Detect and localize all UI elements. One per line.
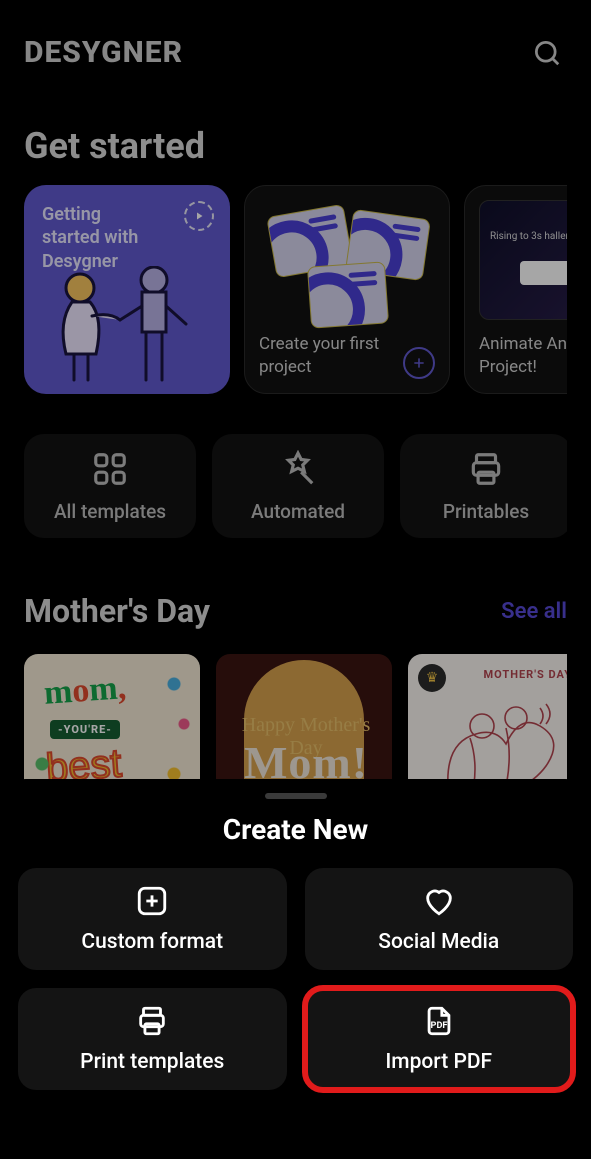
template-text: mom,: [43, 669, 128, 713]
cat-label: All templates: [54, 500, 166, 523]
top-bar: DESYGNER: [24, 0, 567, 105]
opt-label: Print templates: [80, 1050, 224, 1074]
cat-label: Printables: [443, 500, 529, 523]
template-text: -YOU'RE-: [50, 720, 120, 739]
brand-logo: DESYGNER: [24, 35, 183, 70]
plus-square-icon: [135, 884, 169, 918]
get-started-row[interactable]: Getting started with Desygner: [24, 185, 567, 394]
opt-print-templates[interactable]: Print templates: [18, 988, 287, 1090]
template-text: MOTHER'S DAY: [484, 668, 567, 681]
card-title: Getting started with Desygner: [42, 203, 162, 273]
pdf-file-icon: PDF: [422, 1004, 456, 1038]
mothers-day-header: Mother's Day See all: [24, 592, 567, 630]
cat-all-templates[interactable]: All templates: [24, 434, 196, 538]
see-all-link[interactable]: See all: [501, 599, 567, 624]
card-animate[interactable]: Rising to 3s hallenge Animate Any Projec…: [464, 185, 567, 394]
cat-label: Automated: [251, 500, 345, 523]
section-title: Mother's Day: [24, 592, 210, 630]
opt-social-media[interactable]: Social Media: [305, 868, 574, 970]
heart-icon: [422, 884, 456, 918]
printer-icon: [467, 450, 505, 488]
printer-icon: [135, 1004, 169, 1038]
opt-label: Import PDF: [385, 1050, 492, 1074]
sheet-grabber[interactable]: [265, 793, 327, 799]
card-getting-started[interactable]: Getting started with Desygner: [24, 185, 230, 394]
svg-text:PDF: PDF: [430, 1020, 447, 1031]
category-row[interactable]: All templates Automated Printables: [24, 434, 567, 538]
opt-label: Social Media: [378, 930, 499, 954]
wand-icon: [279, 450, 317, 488]
cat-automated[interactable]: Automated: [212, 434, 384, 538]
create-new-sheet: Create New Custom format Social Media Pr…: [0, 779, 591, 1159]
animate-preview: Rising to 3s hallenge: [479, 200, 567, 320]
opt-import-pdf[interactable]: PDF Import PDF: [305, 988, 574, 1090]
card-title: Animate Any Project!: [479, 333, 567, 379]
cat-printables[interactable]: Printables: [400, 434, 567, 538]
plus-icon: [403, 347, 435, 379]
templates-stack-icon: [267, 210, 427, 330]
illustration-people: [42, 266, 212, 386]
card-first-project[interactable]: Create your first project: [244, 185, 450, 394]
sheet-title: Create New: [18, 813, 573, 846]
search-button[interactable]: [527, 33, 567, 73]
create-options-grid: Custom format Social Media Print templat…: [18, 868, 573, 1090]
search-icon: [532, 38, 562, 68]
grid-icon: [91, 450, 129, 488]
opt-label: Custom format: [81, 930, 223, 954]
play-icon: [184, 201, 214, 231]
opt-custom-format[interactable]: Custom format: [18, 868, 287, 970]
get-started-heading: Get started: [24, 125, 567, 167]
premium-badge-icon: ♛: [418, 664, 446, 692]
